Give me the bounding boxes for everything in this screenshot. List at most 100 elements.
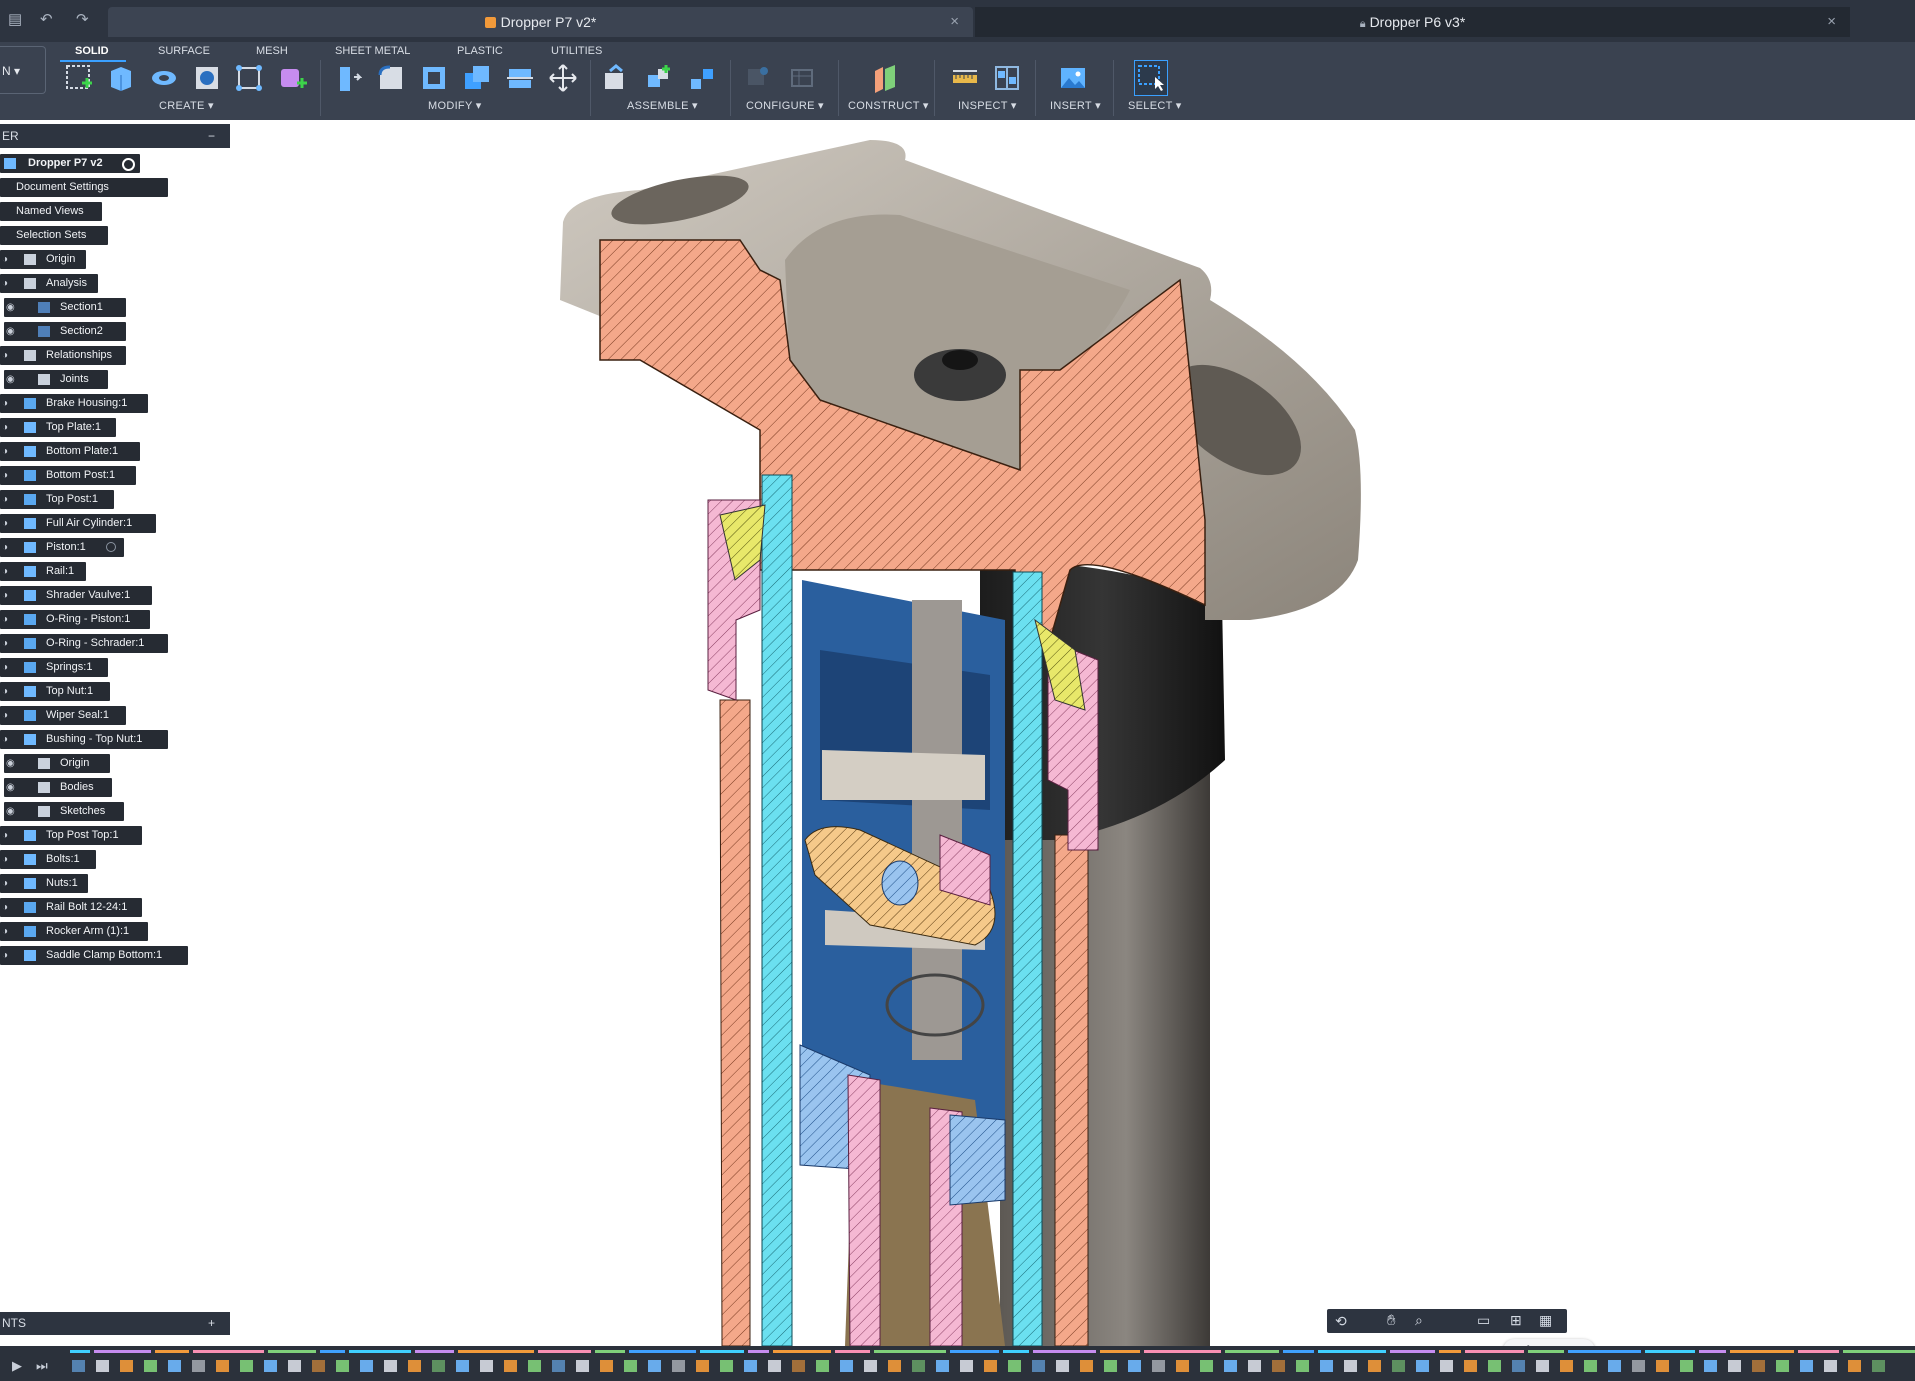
combine-icon[interactable] [460,60,494,96]
timeline-feature-icon[interactable] [1608,1360,1621,1372]
timeline-feature-icon[interactable] [1464,1360,1477,1372]
timeline-feature-icon[interactable] [984,1360,997,1372]
timeline-feature-icon[interactable] [1200,1360,1213,1372]
assemble-menu[interactable]: ASSEMBLE ▾ [627,99,698,112]
timeline-feature-icon[interactable] [768,1360,781,1372]
display-icon[interactable]: ▭ [1477,1312,1490,1329]
timeline-feature-icon[interactable] [312,1360,325,1372]
step-forward-icon[interactable]: ⏭︎ [36,1358,48,1374]
undo-icon[interactable]: ↶ [40,10,53,28]
timeline-feature-icon[interactable] [1488,1360,1501,1372]
tab-solid[interactable]: SOLID [75,42,109,60]
create-sketch-icon[interactable] [62,60,96,96]
tab-plastic[interactable]: PLASTIC [457,42,503,60]
timeline-feature-icon[interactable] [1536,1360,1549,1372]
timeline-feature-icon[interactable] [1848,1360,1861,1372]
timeline-feature-icon[interactable] [960,1360,973,1372]
fillet-icon[interactable] [374,60,408,96]
close-tab-icon[interactable]: × [950,14,959,30]
timeline-feature-icon[interactable] [1776,1360,1789,1372]
press-pull-icon[interactable] [330,60,364,96]
timeline-feature-icon[interactable] [528,1360,541,1372]
as-built-joint-icon[interactable] [685,60,719,96]
shell-icon[interactable] [417,60,451,96]
tab-mesh[interactable]: MESH [256,42,288,60]
timeline-feature-icon[interactable] [840,1360,853,1372]
insert-image-icon[interactable] [1056,60,1090,96]
tab-surface[interactable]: SURFACE [158,42,210,60]
timeline-feature-icon[interactable] [288,1360,301,1372]
timeline-feature-icon[interactable] [912,1360,925,1372]
timeline-feature-icon[interactable] [1104,1360,1117,1372]
timeline-feature-icon[interactable] [72,1360,85,1372]
timeline-feature-icon[interactable] [1080,1360,1093,1372]
play-icon[interactable]: ▶ [12,1358,22,1374]
modify-menu[interactable]: MODIFY ▾ [428,99,482,112]
timeline-feature-icon[interactable] [1320,1360,1333,1372]
grid-icon[interactable]: ⊞ [1510,1312,1522,1329]
document-tab-inactive[interactable]: 🔒︎ Dropper P6 v3* × [975,7,1850,37]
timeline-feature-icon[interactable] [816,1360,829,1372]
create-menu[interactable]: CREATE ▾ [159,99,214,112]
timeline-feature-icon[interactable] [1512,1360,1525,1372]
timeline-feature-icon[interactable] [1440,1360,1453,1372]
timeline-feature-icon[interactable] [1272,1360,1285,1372]
close-tab-icon[interactable]: × [1827,14,1836,30]
file-icon[interactable]: ▤ [8,10,22,28]
select-icon[interactable] [1134,60,1168,96]
section-analysis-icon[interactable] [990,60,1024,96]
timeline-feature-icon[interactable] [144,1360,157,1372]
timeline-feature-icon[interactable] [120,1360,133,1372]
timeline-feature-icon[interactable] [1032,1360,1045,1372]
timeline-feature-icon[interactable] [1632,1360,1645,1372]
timeline-feature-icon[interactable] [744,1360,757,1372]
inspect-menu[interactable]: INSPECT ▾ [958,99,1017,112]
hole-icon[interactable] [190,60,224,96]
timeline-feature-icon[interactable] [1176,1360,1189,1372]
configure-menu[interactable]: CONFIGURE ▾ [746,99,824,112]
timeline-feature-icon[interactable] [552,1360,565,1372]
select-menu[interactable]: SELECT ▾ [1128,99,1182,112]
timeline-feature-icon[interactable] [336,1360,349,1372]
create-form-icon[interactable] [275,60,309,96]
tab-utilities[interactable]: UTILITIES [551,42,602,60]
timeline-feature-icon[interactable] [1056,1360,1069,1372]
timeline-feature-icon[interactable] [696,1360,709,1372]
configure-table-icon[interactable] [785,60,819,96]
timeline-feature-icon[interactable] [888,1360,901,1372]
new-component-icon[interactable] [600,60,634,96]
configure-icon[interactable] [740,60,774,96]
construct-menu[interactable]: CONSTRUCT ▾ [848,99,929,112]
redo-icon[interactable]: ↷ [76,10,89,28]
timeline-feature-icon[interactable] [1224,1360,1237,1372]
revolve-icon[interactable] [147,60,181,96]
timeline-feature-icon[interactable] [1416,1360,1429,1372]
timeline-feature-icon[interactable] [1368,1360,1381,1372]
timeline-feature-icon[interactable] [1392,1360,1405,1372]
timeline-feature-icon[interactable] [1656,1360,1669,1372]
timeline-feature-icon[interactable] [1872,1360,1885,1372]
timeline-feature-icon[interactable] [264,1360,277,1372]
orbit-icon[interactable]: ⟲ [1335,1313,1347,1330]
timeline-feature-icon[interactable] [1728,1360,1741,1372]
joint-icon[interactable] [642,60,676,96]
extrude-icon[interactable] [103,60,137,96]
timeline-feature-icon[interactable] [192,1360,205,1372]
timeline-feature-icon[interactable] [672,1360,685,1372]
timeline-feature-icon[interactable] [432,1360,445,1372]
timeline-feature-icon[interactable] [624,1360,637,1372]
measure-icon[interactable] [948,60,982,96]
timeline-feature-icon[interactable] [720,1360,733,1372]
timeline-feature-icon[interactable] [168,1360,181,1372]
viewports-icon[interactable]: ▦ [1539,1312,1552,1329]
timeline-feature-icon[interactable] [216,1360,229,1372]
timeline-feature-icon[interactable] [864,1360,877,1372]
zoom-icon[interactable]: ⌕ [1415,1312,1423,1329]
move-icon[interactable] [546,60,580,96]
model-viewport[interactable] [0,120,1915,1346]
timeline-feature-icon[interactable] [1128,1360,1141,1372]
timeline-feature-icon[interactable] [1248,1360,1261,1372]
timeline-feature-icon[interactable] [1008,1360,1021,1372]
timeline-feature-icon[interactable] [936,1360,949,1372]
timeline-feature-icon[interactable] [96,1360,109,1372]
